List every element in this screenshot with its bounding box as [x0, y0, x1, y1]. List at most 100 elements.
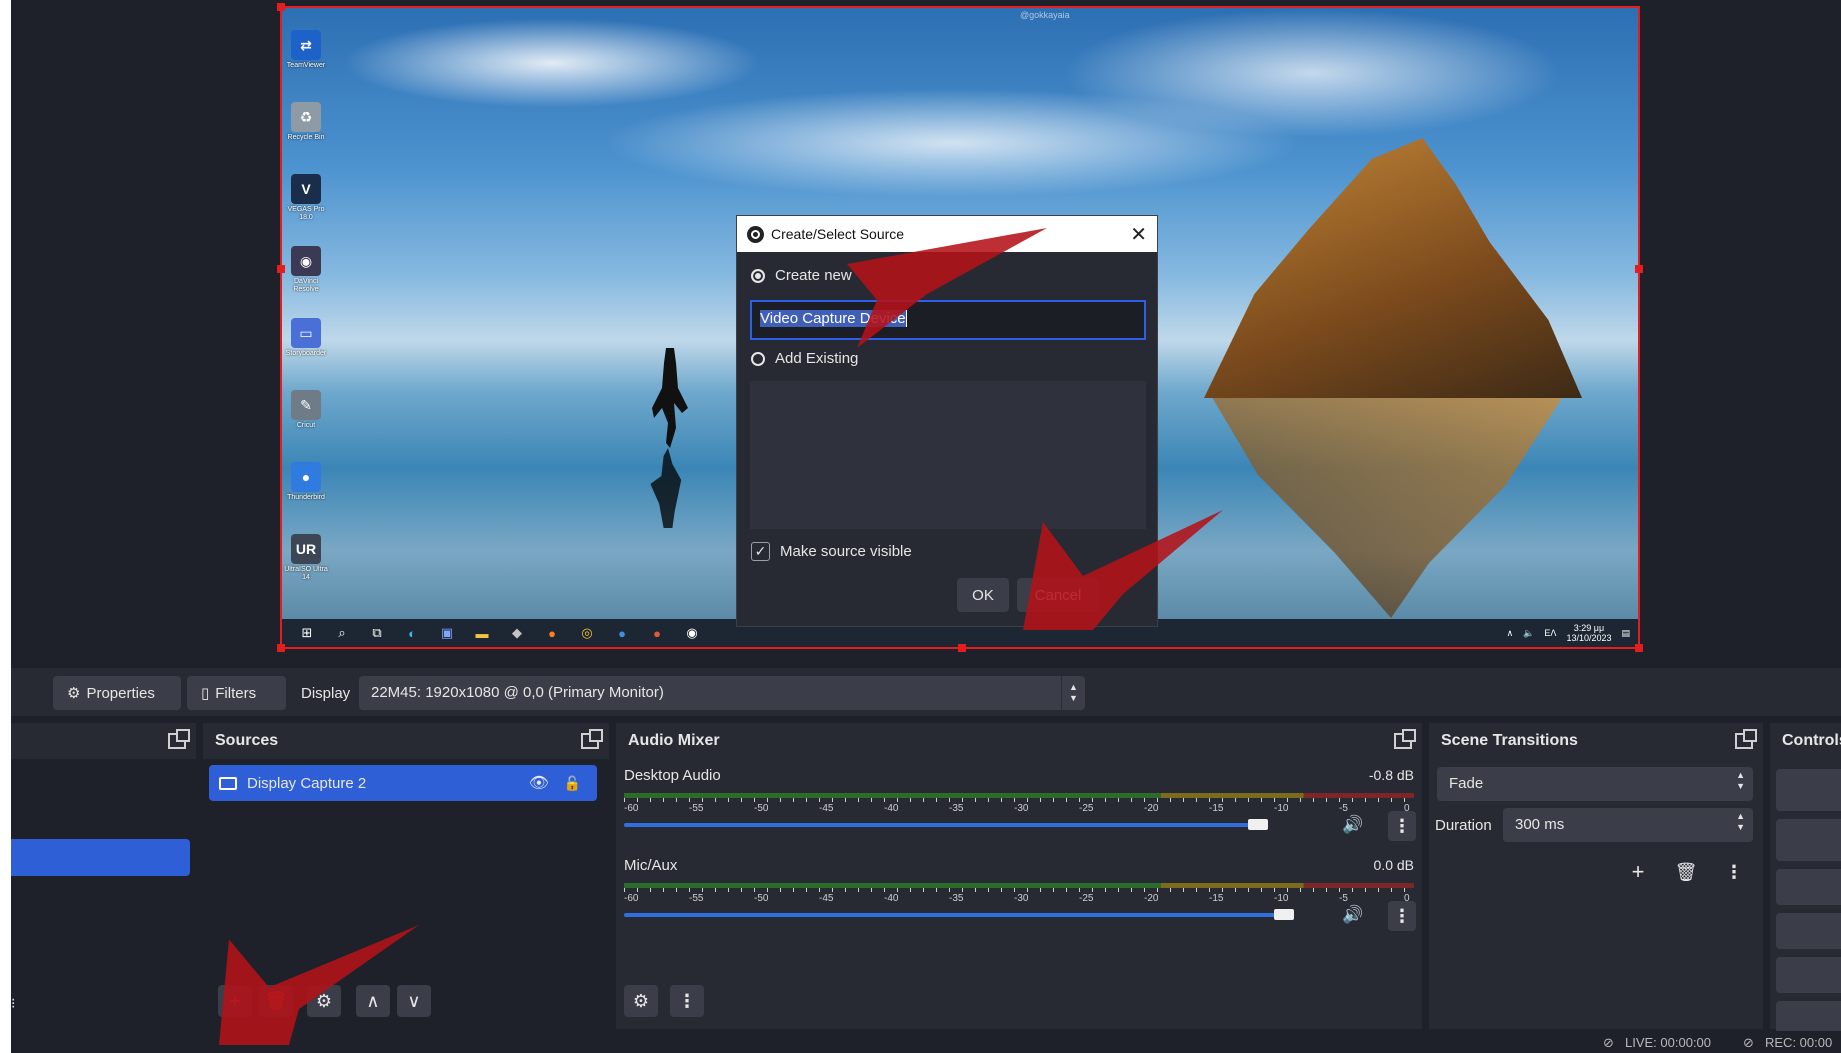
desktop-app-icon: V: [291, 174, 321, 204]
scale-label: -40: [884, 803, 899, 814]
settings-button[interactable]: [1776, 957, 1841, 993]
desktop-icon[interactable]: UR UltraISO Ultra 14: [284, 534, 328, 582]
duration-label: Duration: [1435, 817, 1492, 834]
resize-handle[interactable]: [1635, 265, 1643, 273]
studio-mode-button[interactable]: [1776, 913, 1841, 949]
resize-handle[interactable]: [277, 644, 285, 652]
desktop-app-icon: ♻: [291, 102, 321, 132]
scale-label: -10: [1274, 893, 1289, 904]
firefox-icon: ●: [548, 625, 556, 641]
sources-title: Sources: [215, 732, 279, 749]
add-existing-radio[interactable]: [751, 351, 765, 366]
preview-watermark: @gokkayaia: [1020, 10, 1070, 20]
source-name-input[interactable]: Video Capture Device: [750, 300, 1146, 340]
duration-spinbox[interactable]: 300 ms ▲ ▼: [1503, 808, 1753, 842]
volume-slider-handle[interactable]: [1248, 819, 1268, 830]
speaker-icon[interactable]: 🔊: [1342, 815, 1363, 835]
scene-item-selected[interactable]: [11, 839, 190, 876]
desktop-icon[interactable]: ▭ Storyboarder: [284, 318, 328, 358]
undock-icon[interactable]: [1735, 729, 1757, 749]
undock-icon[interactable]: [168, 729, 190, 749]
scale-label: -25: [1079, 893, 1094, 904]
move-up-button[interactable]: ∧: [356, 985, 390, 1017]
scenes-list[interactable]: ⁝: [11, 759, 196, 1029]
transition-select[interactable]: Fade ▲ ▼: [1437, 767, 1753, 801]
rec-status: REC: 00:00: [1765, 1035, 1833, 1050]
app-icon: ●: [653, 625, 661, 641]
scale-label: -5: [1339, 803, 1348, 814]
start-virtual-camera-button[interactable]: [1776, 869, 1841, 905]
undock-icon[interactable]: [581, 729, 603, 749]
clock: 3:29 μμ 13/10/2023: [1566, 623, 1611, 643]
undock-icon[interactable]: [1394, 729, 1416, 749]
remove-transition-button[interactable]: 🗑: [1669, 856, 1703, 888]
display-select[interactable]: 22M45: 1920x1080 @ 0,0 (Primary Monitor)…: [359, 676, 1085, 710]
resize-handle[interactable]: [1635, 644, 1643, 652]
controls-title: Controls: [1782, 732, 1841, 749]
ok-button[interactable]: OK: [957, 578, 1009, 612]
thunderbird-icon: ●: [618, 625, 626, 641]
create-new-option[interactable]: Create new: [751, 267, 852, 284]
filters-button[interactable]: ▯ Filters: [187, 676, 286, 710]
resize-handle[interactable]: [277, 3, 285, 11]
lock-icon[interactable]: 🔓: [564, 775, 581, 792]
channel-db: -0.8 dB: [1368, 767, 1414, 783]
resize-handle[interactable]: [958, 644, 966, 652]
close-icon[interactable]: ✕: [1130, 222, 1147, 247]
start-recording-button[interactable]: [1776, 819, 1841, 861]
channel-menu-button[interactable]: ⋮: [1388, 901, 1416, 931]
properties-button[interactable]: ⚙ Properties: [53, 676, 181, 710]
make-source-visible-option[interactable]: ✓ Make source visible: [751, 542, 912, 561]
advanced-audio-button[interactable]: ⚙: [624, 985, 658, 1017]
desktop-icon[interactable]: ⇄ TeamViewer: [284, 30, 328, 70]
scale-label: -45: [819, 893, 834, 904]
make-visible-checkbox[interactable]: ✓: [751, 542, 770, 561]
desktop-icon[interactable]: V VEGAS Pro 18.0: [284, 174, 328, 222]
scene-transitions-title: Scene Transitions: [1441, 732, 1578, 749]
channel-menu-button[interactable]: ⋮: [1388, 811, 1416, 841]
speaker-icon[interactable]: 🔊: [1342, 905, 1363, 925]
notification-icon: ▤: [1621, 627, 1630, 638]
desktop-icon[interactable]: ♻ Recycle Bin: [284, 102, 328, 142]
transition-value: Fade: [1449, 775, 1484, 792]
desktop-app-icon: ◉: [291, 246, 321, 276]
more-icon[interactable]: ⁝: [11, 995, 15, 1012]
obs-window: @gokkayaia ⇄ TeamViewer ♻ Recycle Bin V VEGAS…: [11, 0, 1841, 1053]
scale-label: -30: [1014, 893, 1029, 904]
add-transition-button[interactable]: +: [1621, 856, 1655, 888]
rec-off-icon: ⊘: [1743, 1035, 1754, 1050]
scale-label: -60: [624, 803, 639, 814]
desktop-icon[interactable]: ◉ DaVinci Resolve: [284, 246, 328, 294]
desktop-icon[interactable]: ✎ Cricut: [284, 390, 328, 430]
desktop-icon-label: DaVinci Resolve: [293, 278, 319, 293]
scale-label: -15: [1209, 803, 1224, 814]
scale-label: -55: [689, 803, 704, 814]
volume-slider-track[interactable]: [624, 823, 1258, 827]
start-streaming-button[interactable]: [1776, 769, 1841, 811]
desktop-icon[interactable]: ● Thunderbird: [284, 462, 328, 502]
make-visible-label: Make source visible: [780, 543, 912, 560]
create-new-radio[interactable]: [751, 268, 765, 283]
filters-label: Filters: [215, 684, 257, 702]
rock-reflection: [1212, 398, 1562, 618]
scale-label: -20: [1144, 803, 1159, 814]
existing-sources-list[interactable]: [750, 381, 1146, 529]
search-icon: ⌕: [338, 625, 346, 640]
runner-reflection: [650, 448, 682, 528]
no-signal-icon: ⊘: [1603, 1035, 1614, 1050]
volume-slider-track[interactable]: [624, 913, 1284, 917]
resize-handle[interactable]: [277, 265, 285, 273]
volume-slider-handle[interactable]: [1274, 909, 1294, 920]
obs-logo-icon: [747, 225, 764, 243]
transition-menu-button[interactable]: ⋮: [1717, 856, 1751, 888]
add-existing-option[interactable]: Add Existing: [751, 350, 858, 367]
mixer-menu-button[interactable]: ⋮: [670, 985, 704, 1017]
move-down-button[interactable]: ∨: [397, 985, 431, 1017]
monitor-icon: [219, 776, 237, 790]
eye-icon[interactable]: 👁: [529, 773, 549, 793]
source-item[interactable]: Display Capture 2 👁 🔓: [209, 765, 597, 801]
desktop-app-icon: ●: [291, 462, 321, 492]
explorer-icon: ▬: [475, 625, 489, 641]
desktop-icon-label: TeamViewer: [286, 62, 326, 69]
desktop-icon-label: Recycle Bin: [287, 134, 325, 141]
